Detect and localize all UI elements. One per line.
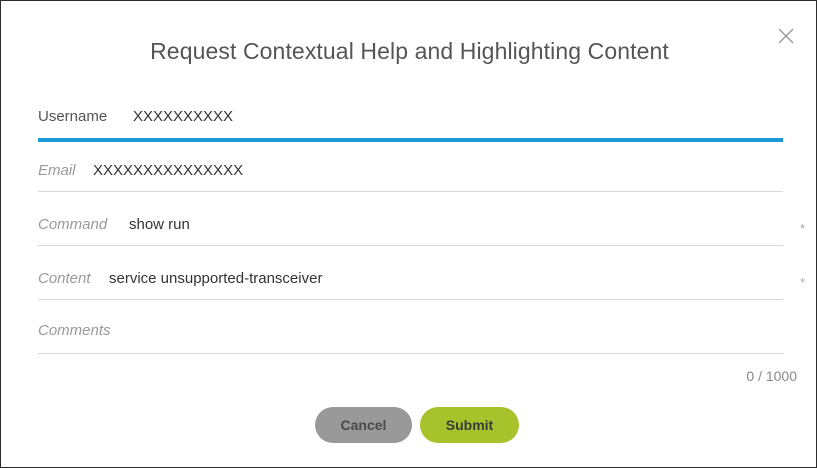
command-label: Command [38, 216, 108, 233]
email-value[interactable]: XXXXXXXXXXXXXXX [93, 162, 243, 179]
username-label: Username [38, 108, 108, 125]
command-value[interactable]: show run [129, 216, 190, 233]
cancel-button[interactable]: Cancel [315, 407, 412, 443]
comments-field[interactable]: Comments [38, 319, 783, 354]
email-field[interactable]: Email XXXXXXXXXXXXXXX [38, 157, 783, 192]
email-label: Email [38, 162, 76, 179]
command-required-mark: * [800, 221, 806, 236]
content-field[interactable]: Content service unsupported-transceiver [38, 265, 783, 300]
command-field[interactable]: Command show run [38, 211, 783, 246]
username-value[interactable]: XXXXXXXXXX [133, 108, 233, 125]
content-required-mark: * [800, 275, 806, 290]
content-value[interactable]: service unsupported-transceiver [109, 270, 322, 287]
dialog-title: Request Contextual Help and Highlighting… [150, 38, 669, 64]
submit-button[interactable]: Submit [420, 407, 519, 443]
username-field[interactable]: Username XXXXXXXXXX [38, 104, 783, 142]
content-label: Content [38, 270, 91, 287]
help-request-dialog: Request Contextual Help and Highlighting… [0, 0, 817, 468]
close-icon[interactable] [776, 26, 796, 46]
character-counter: 0 / 1000 [746, 368, 797, 384]
comments-label: Comments [38, 322, 111, 339]
